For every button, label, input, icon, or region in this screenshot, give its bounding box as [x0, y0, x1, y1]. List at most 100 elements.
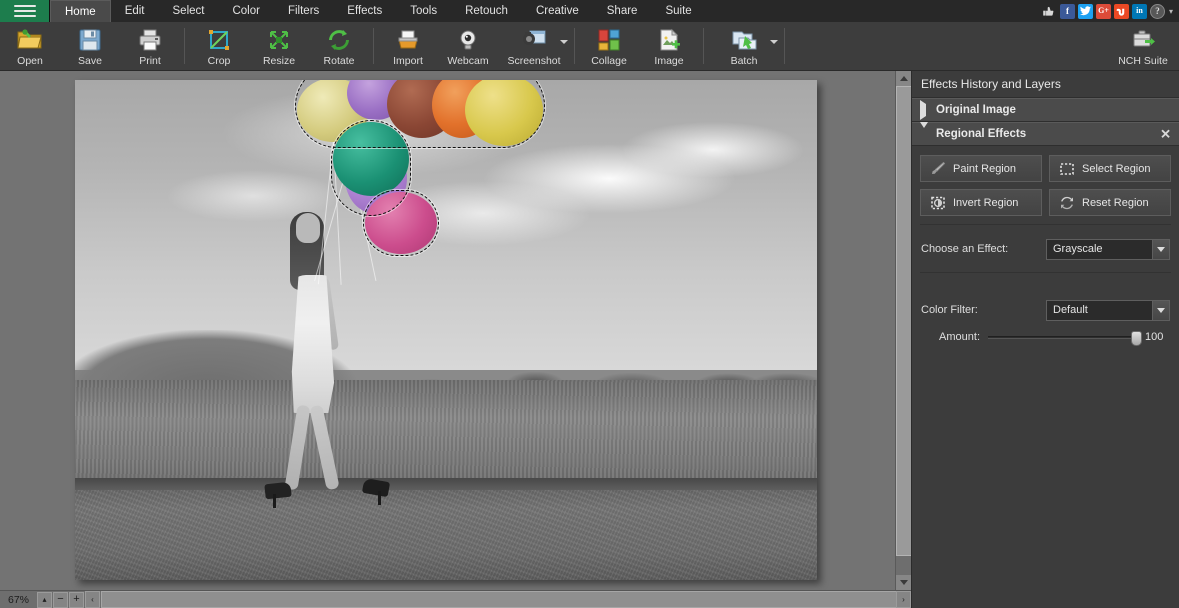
section-original-image-label: Original Image	[936, 104, 1016, 116]
crop-icon	[207, 25, 231, 54]
menu-item-retouch[interactable]: Retouch	[451, 0, 522, 22]
paintbrush-icon	[929, 160, 946, 177]
close-icon[interactable]: ✕	[1160, 128, 1171, 141]
resize-button[interactable]: Resize	[249, 22, 309, 70]
import-button[interactable]: Import	[378, 22, 438, 70]
twitter-icon[interactable]	[1078, 4, 1093, 19]
webcam-button-label: Webcam	[447, 55, 488, 67]
toolbar-separator	[784, 28, 785, 64]
twisty-expanded-icon	[920, 128, 932, 140]
marquee-select-icon	[1058, 160, 1075, 177]
linkedin-icon[interactable]: in	[1132, 4, 1147, 19]
divider	[920, 272, 1171, 273]
help-icon[interactable]: ?	[1150, 4, 1165, 19]
select-region-label: Select Region	[1082, 163, 1151, 175]
main-toolbar: Open Save Print	[0, 22, 1179, 71]
image-button-label: Image	[654, 55, 683, 67]
choose-effect-select[interactable]: Grayscale	[1046, 239, 1170, 260]
overflow-caret-icon[interactable]: ▾	[1168, 7, 1173, 16]
menu-item-suite[interactable]: Suite	[651, 0, 705, 22]
batch-button-label: Batch	[731, 55, 758, 67]
image-button[interactable]: Image	[639, 22, 699, 70]
collage-button[interactable]: Collage	[579, 22, 639, 70]
menu-item-creative[interactable]: Creative	[522, 0, 593, 22]
paint-region-button[interactable]: Paint Region	[920, 155, 1042, 182]
invert-region-label: Invert Region	[953, 197, 1018, 209]
section-original-image[interactable]: Original Image	[912, 98, 1179, 122]
menu-item-tools-label: Tools	[410, 5, 437, 17]
color-filter-select[interactable]: Default	[1046, 300, 1170, 321]
menu-item-color[interactable]: Color	[218, 0, 273, 22]
rotate-icon	[327, 25, 351, 54]
vertical-scroll-thumb[interactable]	[896, 86, 912, 556]
zoom-in-button[interactable]: +	[69, 592, 84, 608]
google-plus-icon[interactable]: G+	[1096, 4, 1111, 19]
status-bar: 67% ▴ − + ‹ ›	[0, 590, 911, 608]
hamburger-menu-icon[interactable]	[0, 0, 50, 22]
print-button-label: Print	[139, 55, 161, 67]
photo-woman-shoe-left	[264, 482, 291, 500]
open-button[interactable]: Open	[0, 22, 60, 70]
scroll-down-button[interactable]	[896, 575, 912, 590]
menu-item-retouch-label: Retouch	[465, 5, 508, 17]
image-canvas-area[interactable]	[0, 71, 911, 590]
scroll-up-button[interactable]	[896, 71, 912, 86]
regional-effects-body: Paint Region Select Region	[912, 146, 1179, 343]
horizontal-scroll-thumb[interactable]	[101, 591, 954, 608]
menu-item-edit[interactable]: Edit	[111, 0, 159, 22]
scanner-icon	[396, 25, 420, 54]
stumbleupon-icon[interactable]	[1114, 4, 1129, 19]
chevron-down-icon[interactable]	[770, 40, 778, 44]
amount-slider-handle[interactable]	[1131, 331, 1142, 346]
zoom-out-button[interactable]: −	[53, 592, 68, 608]
amount-slider[interactable]	[988, 336, 1137, 339]
canvas-horizontal-scrollbar[interactable]: ‹ ›	[85, 591, 911, 608]
nch-suite-button[interactable]: NCH Suite	[1107, 22, 1179, 70]
import-button-label: Import	[393, 55, 423, 67]
rotate-button[interactable]: Rotate	[309, 22, 369, 70]
save-button[interactable]: Save	[60, 22, 120, 70]
choose-effect-row: Choose an Effect: Grayscale	[920, 234, 1171, 264]
effects-panel: Effects History and Layers Original Imag…	[911, 71, 1179, 608]
reset-region-button[interactable]: Reset Region	[1049, 189, 1171, 216]
screenshot-button[interactable]: Screenshot	[498, 22, 570, 70]
section-regional-effects[interactable]: Regional Effects ✕	[912, 122, 1179, 146]
chevron-down-icon[interactable]	[1152, 301, 1169, 320]
thumbs-up-icon[interactable]	[1040, 4, 1057, 19]
menu-item-filters[interactable]: Filters	[274, 0, 333, 22]
color-filter-row: Color Filter: Default	[920, 295, 1171, 325]
invert-region-button[interactable]: Invert Region	[920, 189, 1042, 216]
facebook-icon[interactable]: f	[1060, 4, 1075, 19]
menu-item-creative-label: Creative	[536, 5, 579, 17]
zoom-dropdown-button[interactable]: ▴	[37, 592, 52, 608]
chevron-down-icon[interactable]	[560, 40, 568, 44]
print-button[interactable]: Print	[120, 22, 180, 70]
canvas-vertical-scrollbar[interactable]	[895, 71, 911, 590]
batch-button[interactable]: Batch	[708, 22, 780, 70]
region-button-row-1: Paint Region Select Region	[920, 155, 1171, 182]
paint-region-label: Paint Region	[953, 163, 1016, 175]
menu-item-share[interactable]: Share	[593, 0, 652, 22]
chevron-down-icon[interactable]	[1152, 240, 1169, 259]
menu-item-tools[interactable]: Tools	[396, 0, 451, 22]
menu-item-filters-label: Filters	[288, 5, 319, 17]
menu-item-effects[interactable]: Effects	[333, 0, 396, 22]
reset-region-label: Reset Region	[1082, 197, 1149, 209]
scroll-right-button[interactable]: ›	[896, 591, 911, 608]
scroll-left-button[interactable]: ‹	[85, 591, 100, 608]
amount-row: Amount: 100	[920, 331, 1171, 343]
google-plus-glyph: G+	[1098, 7, 1109, 15]
selection-outline	[363, 190, 439, 256]
toolbar-separator	[373, 28, 374, 64]
edited-photo[interactable]	[75, 80, 817, 580]
toolbar-separator	[574, 28, 575, 64]
menu-item-select[interactable]: Select	[159, 0, 219, 22]
photo-woman-heel-right	[378, 491, 381, 505]
menu-item-color-label: Color	[232, 5, 259, 17]
select-region-button[interactable]: Select Region	[1049, 155, 1171, 182]
crop-button[interactable]: Crop	[189, 22, 249, 70]
webcam-button[interactable]: Webcam	[438, 22, 498, 70]
nch-suite-icon	[1130, 25, 1156, 54]
menu-item-home[interactable]: Home	[50, 0, 111, 22]
chevron-down-icon	[900, 580, 908, 585]
